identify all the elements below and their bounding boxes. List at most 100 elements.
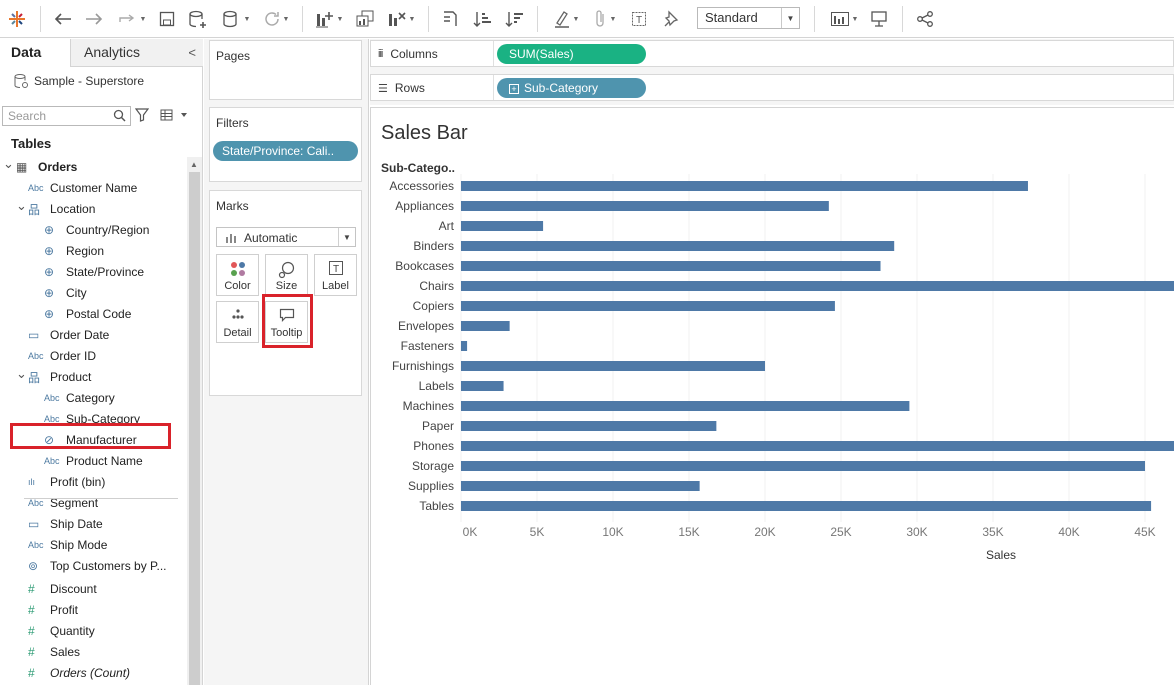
fix-axes-icon[interactable] (660, 6, 682, 32)
category-label: Supplies (408, 479, 454, 493)
tableau-logo-icon[interactable] (6, 6, 28, 32)
field-item[interactable]: ⊕ Country/Region (44, 221, 149, 239)
field-item[interactable]: ⊕ Postal Code (44, 305, 131, 323)
mark-type-dropdown[interactable]: Automatic ▼ (216, 227, 356, 247)
sub-category-pill[interactable]: + Sub-Category (497, 78, 646, 98)
tab-data[interactable]: Data (0, 39, 70, 67)
x-axis-label: Sales (986, 548, 1016, 562)
expand-plus-icon[interactable]: + (509, 84, 519, 94)
bar (461, 401, 910, 411)
field-item[interactable]: # Orders (Count) (28, 664, 130, 682)
swap-rows-columns-icon[interactable] (438, 6, 462, 32)
replay-icon[interactable]: ▼ (114, 6, 150, 32)
chevron-down-icon[interactable]: ⌄ (3, 156, 14, 172)
field-item[interactable]: Abc Segment (28, 494, 98, 512)
field-item[interactable]: ⊚ Top Customers by P... (28, 557, 167, 575)
chevron-down-icon[interactable]: ⌄ (16, 198, 27, 214)
field-item[interactable]: # Sales (28, 643, 80, 661)
columns-label: Columns (390, 47, 438, 61)
field-item[interactable]: ▭ Order Date (28, 326, 109, 344)
field-item[interactable]: ⊕ State/Province (44, 263, 144, 281)
field-label: Ship Date (50, 517, 103, 531)
field-item[interactable]: Abc Product Name (44, 452, 143, 470)
rows-icon: ☰ (378, 82, 388, 95)
color-button[interactable]: Color (216, 254, 259, 296)
view-options-icon[interactable] (160, 108, 190, 122)
field-label: Postal Code (66, 307, 132, 321)
redo-icon[interactable] (83, 6, 105, 32)
size-button[interactable]: Size (265, 254, 308, 296)
filters-card[interactable]: Filters State/Province: Cali.. (209, 107, 362, 182)
hierarchy-type-icon: 品 (28, 202, 41, 217)
field-item[interactable]: Abc Ship Mode (28, 536, 107, 554)
scrollbar-thumb[interactable] (189, 172, 200, 685)
scroll-up-icon[interactable]: ▲ (190, 160, 198, 169)
bar-chart: Sub-Catego.. Accessories Appliances Art Bind… (381, 161, 1174, 562)
field-item[interactable]: Abc Category (44, 389, 115, 407)
sum-sales-pill[interactable]: SUM(Sales) (497, 44, 646, 64)
axis-tick-label: 0K (463, 525, 478, 539)
field-label: Customer Name (50, 181, 138, 195)
new-datasource-icon[interactable] (186, 6, 210, 32)
field-item[interactable]: # Profit (28, 601, 78, 619)
bar (461, 341, 468, 351)
shelf-divider (493, 75, 494, 100)
refresh-icon[interactable]: ▼ (258, 6, 294, 32)
category-label: Furnishings (392, 359, 454, 373)
field-item[interactable]: ⌄ ▦ Orders (0, 156, 77, 176)
clear-sheet-icon[interactable]: ▼ (383, 6, 419, 32)
pages-card[interactable]: Pages (209, 40, 362, 100)
filter-icon[interactable] (135, 108, 149, 122)
field-item[interactable]: # Quantity (28, 622, 95, 640)
group-members-icon[interactable]: ▼ (588, 6, 622, 32)
field-item[interactable]: # Discount (28, 580, 97, 598)
field-item[interactable]: ılı Profit (bin) (28, 473, 105, 491)
highlight-icon[interactable]: ▼ (548, 6, 584, 32)
columns-shelf[interactable]: iii Columns SUM(Sales) (370, 40, 1174, 67)
field-item[interactable]: ⌄ 品 Location (16, 198, 95, 218)
field-item[interactable]: ▭ Ship Date (28, 515, 103, 533)
presentation-mode-icon[interactable] (868, 6, 890, 32)
field-item[interactable]: Abc Customer Name (28, 179, 137, 197)
search-icon (113, 109, 126, 122)
bar (461, 201, 829, 211)
collapse-pane-icon[interactable]: < (188, 45, 196, 60)
share-icon[interactable] (914, 6, 936, 32)
filter-pill-state-province[interactable]: State/Province: Cali.. (213, 141, 358, 161)
pause-updates-icon[interactable]: ▼ (218, 6, 254, 32)
new-worksheet-icon[interactable]: ▼ (311, 6, 347, 32)
field-item[interactable]: ⌄ 品 Product (16, 366, 91, 386)
label-button[interactable]: T Label (314, 254, 357, 296)
worksheet-view[interactable]: Sales Bar Sub-Catego.. Accessories Applian… (370, 107, 1174, 685)
save-icon[interactable] (156, 6, 178, 32)
datasource-item[interactable]: Sample - Superstore (14, 72, 199, 90)
sort-ascending-icon[interactable] (471, 6, 495, 32)
show-mark-labels-icon[interactable]: T (628, 6, 650, 32)
chevron-down-icon[interactable]: ⌄ (16, 366, 27, 382)
tab-analytics[interactable]: Analytics < (70, 39, 203, 67)
field-label: Ship Mode (50, 538, 108, 552)
bar (461, 441, 1174, 451)
show-labels-chart-icon[interactable]: ▼ (826, 6, 862, 32)
abc-type-icon: Abc (44, 456, 60, 466)
search-input[interactable]: Search (2, 106, 131, 126)
axis-tick-label: 20K (754, 525, 775, 539)
category-label: Envelopes (398, 319, 454, 333)
undo-icon[interactable] (52, 6, 74, 32)
rows-shelf[interactable]: ☰ Rows + Sub-Category (370, 74, 1174, 101)
category-label: Fasteners (401, 339, 454, 353)
category-label: Labels (419, 379, 454, 393)
highlight-box-category (10, 423, 171, 449)
field-item[interactable]: ⊕ Region (44, 242, 104, 260)
field-item[interactable]: ⊕ City (44, 284, 87, 302)
detail-button[interactable]: Detail (216, 301, 259, 343)
pages-title: Pages (216, 49, 251, 63)
field-label: Order ID (50, 349, 97, 363)
sort-descending-icon[interactable] (503, 6, 527, 32)
duplicate-sheet-icon[interactable] (353, 6, 377, 32)
field-item[interactable]: Abc Order ID (28, 347, 96, 365)
fit-dropdown[interactable]: Standard ▼ (697, 7, 800, 29)
data-pane-scrollbar[interactable]: ▲ (187, 157, 202, 685)
columns-icon: iii (378, 48, 383, 60)
bar (461, 501, 1152, 511)
